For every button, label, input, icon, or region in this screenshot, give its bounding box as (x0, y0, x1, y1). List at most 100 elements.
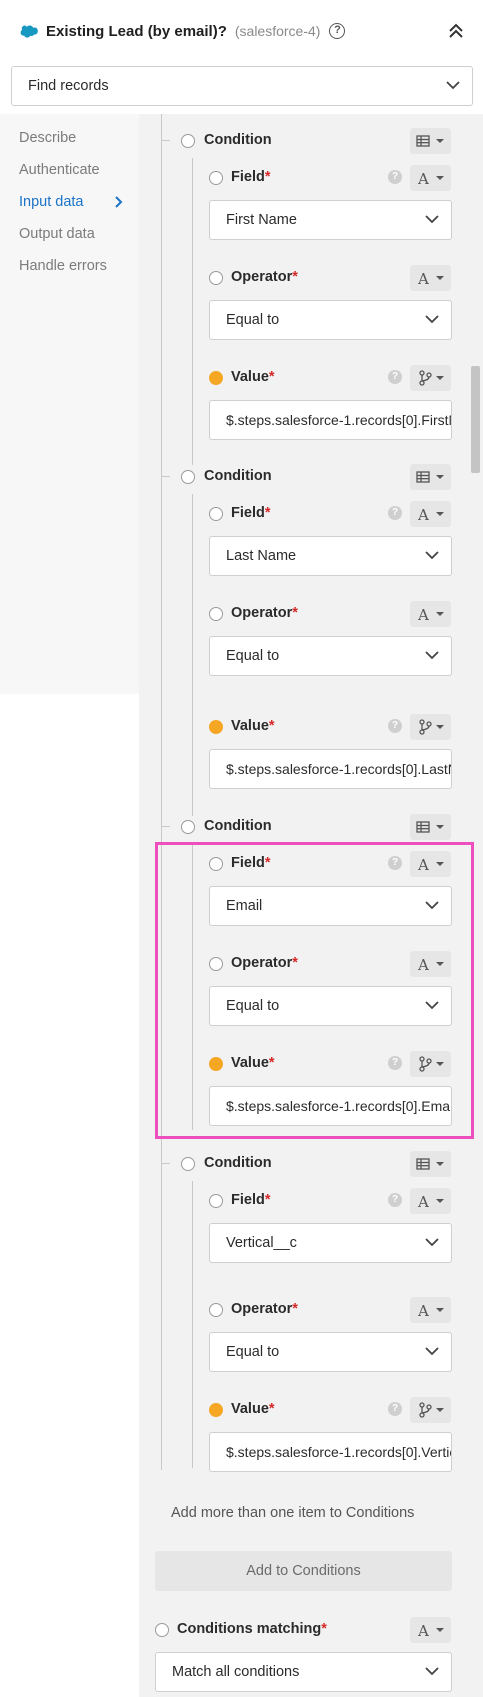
condition-type-button[interactable] (410, 464, 451, 490)
tree-line (161, 114, 162, 1470)
tree-branch (161, 1163, 170, 1164)
operator-select-value: Equal to (226, 312, 280, 328)
tree-branch (161, 476, 170, 477)
operator-radio[interactable] (209, 1303, 223, 1317)
chevron-down-icon (425, 1347, 439, 1356)
sidebar-item-handle-errors[interactable]: Handle errors (19, 258, 107, 274)
condition-title: Condition (204, 1155, 272, 1171)
operator-select[interactable]: Equal to (209, 1332, 452, 1372)
condition-type-button[interactable] (410, 1151, 451, 1177)
step-header: Existing Lead (by email)? (salesforce-4)… (0, 0, 483, 62)
svg-text:A: A (417, 606, 429, 624)
operator-radio[interactable] (209, 271, 223, 285)
conditions-matching-label: Conditions matching* (177, 1621, 327, 1637)
chevron-down-icon (425, 1667, 439, 1676)
help-icon[interactable]: ? (388, 1402, 402, 1416)
svg-text:A: A (417, 270, 429, 288)
condition-title: Condition (204, 132, 272, 148)
field-select-value: Vertical__c (226, 1235, 297, 1251)
text-type-icon: A (417, 1622, 444, 1640)
field-radio[interactable] (209, 1194, 223, 1208)
help-icon[interactable]: ? (329, 23, 346, 39)
field-radio[interactable] (209, 171, 223, 185)
svg-text:A: A (417, 506, 429, 524)
conditions-matching-type-button[interactable]: A (410, 1617, 451, 1643)
field-type-button[interactable]: A (410, 1188, 451, 1214)
field-select-value: Last Name (226, 548, 297, 564)
value-radio[interactable] (209, 720, 223, 734)
table-icon (416, 135, 444, 147)
tree-branch (161, 140, 170, 141)
field-select[interactable]: Vertical__c (209, 1223, 452, 1263)
operator-select-value: Equal to (226, 1344, 280, 1360)
connector-id: (salesforce-4) (234, 23, 321, 39)
operator-type-button[interactable]: A (410, 1297, 451, 1323)
value-type-button[interactable] (410, 714, 451, 740)
condition-radio[interactable] (181, 470, 195, 484)
add-to-conditions-button[interactable]: Add to Conditions (155, 1551, 452, 1591)
tree-branch (161, 826, 170, 827)
help-icon[interactable]: ? (388, 370, 402, 384)
sidebar-item-authenticate[interactable]: Authenticate (19, 162, 100, 178)
tree-line (192, 158, 193, 465)
svg-text:A: A (417, 1302, 429, 1320)
help-icon[interactable]: ? (388, 506, 402, 520)
chevron-down-icon (425, 315, 439, 324)
scrollbar-thumb[interactable] (471, 366, 480, 473)
tree-line (192, 1181, 193, 1468)
field-type-button[interactable]: A (410, 165, 451, 191)
chevron-down-icon (425, 651, 439, 660)
chevron-down-icon (425, 551, 439, 560)
field-type-button[interactable]: A (410, 501, 451, 527)
operator-radio[interactable] (209, 607, 223, 621)
chevron-down-icon (425, 215, 439, 224)
condition-radio[interactable] (181, 820, 195, 834)
action-select[interactable]: Find records (11, 66, 473, 106)
chevron-right-icon (115, 196, 123, 208)
operator-type-button[interactable]: A (410, 265, 451, 291)
field-select[interactable]: Last Name (209, 536, 452, 576)
conditions-matching-select[interactable]: Match all conditions (155, 1652, 452, 1692)
table-icon (416, 471, 444, 483)
value-radio[interactable] (209, 1403, 223, 1417)
conditions-matching-radio[interactable] (155, 1623, 169, 1637)
field-select[interactable]: First Name (209, 200, 452, 240)
condition-radio[interactable] (181, 134, 195, 148)
sidebar: Describe Authenticate Input data Output … (0, 114, 139, 694)
condition-type-button[interactable] (410, 128, 451, 154)
help-icon[interactable]: ? (388, 719, 402, 733)
svg-text:A: A (417, 1193, 429, 1211)
condition-radio[interactable] (181, 1157, 195, 1171)
step-title: Existing Lead (by email)? (46, 22, 227, 40)
tree-line (192, 494, 193, 816)
value-input[interactable]: $.steps.salesforce-1.records[0].FirstNam… (209, 400, 452, 440)
operator-select[interactable]: Equal to (209, 636, 452, 676)
help-icon[interactable]: ? (388, 170, 402, 184)
highlight-box (155, 842, 474, 1139)
value-input[interactable]: $.steps.salesforce-1.records[0].Vertical… (209, 1432, 452, 1472)
value-type-button[interactable] (410, 1397, 451, 1423)
value-radio[interactable] (209, 371, 223, 385)
text-type-icon: A (417, 1193, 444, 1211)
value-label: Value* (231, 369, 275, 385)
operator-type-button[interactable]: A (410, 601, 451, 627)
collapse-chevron-icon[interactable] (447, 22, 465, 40)
condition-title: Condition (204, 468, 272, 484)
operator-select[interactable]: Equal to (209, 300, 452, 340)
operator-label: Operator* (231, 605, 298, 621)
text-type-icon: A (417, 506, 444, 524)
field-radio[interactable] (209, 507, 223, 521)
field-select-value: First Name (226, 212, 297, 228)
sidebar-item-describe[interactable]: Describe (19, 130, 76, 146)
salesforce-logo-icon (20, 24, 38, 38)
sidebar-item-input-data[interactable]: Input data (19, 194, 84, 210)
reference-type-icon (419, 1402, 444, 1418)
field-label: Field* (231, 1192, 271, 1208)
value-input[interactable]: $.steps.salesforce-1.records[0].LastName (209, 749, 452, 789)
value-type-button[interactable] (410, 365, 451, 391)
condition-type-button[interactable] (410, 814, 451, 840)
field-label: Field* (231, 169, 271, 185)
sidebar-item-output-data[interactable]: Output data (19, 226, 95, 242)
text-type-icon: A (417, 170, 444, 188)
help-icon[interactable]: ? (388, 1193, 402, 1207)
